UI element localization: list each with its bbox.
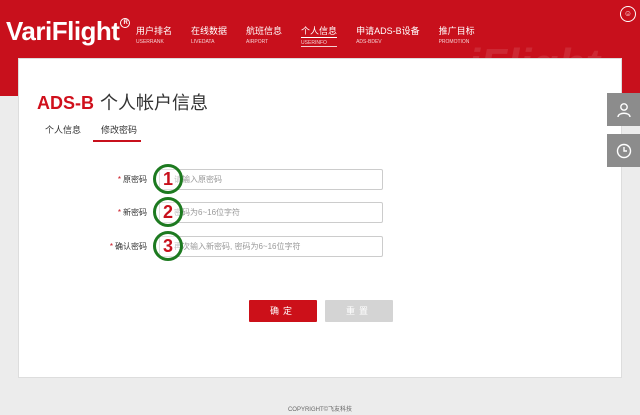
new-password-input[interactable]: 密码为6~16位字符 xyxy=(159,202,383,223)
required-mark: * xyxy=(109,242,113,251)
confirm-password-row: * 确认密码 再次输入新密码, 密码为6~16位字符 3 xyxy=(99,231,383,261)
clock-icon xyxy=(616,143,631,158)
account-icon[interactable]: ☺ xyxy=(620,6,636,22)
account-card: ADS-B 个人帐户信息 个人信息 修改密码 * 原密码 请输入原密码 1 * 新密码… xyxy=(18,58,622,378)
nav-label: 个人信息 xyxy=(301,26,338,38)
confirm-password-label: * 确认密码 xyxy=(99,241,159,252)
nav-label: 推广目标 xyxy=(438,26,475,36)
nav-item-livedata[interactable]: 在线数据 LIVEDATA xyxy=(191,24,227,47)
tab-personal-info[interactable]: 个人信息 xyxy=(45,123,81,142)
annotation-marker-2: 2 xyxy=(153,197,183,227)
nav-item-adsb-device[interactable]: 申请ADS-B设备 ADS-BDEV xyxy=(356,24,420,47)
registered-mark: R xyxy=(120,18,131,28)
history-side-button[interactable] xyxy=(607,134,640,167)
confirm-button[interactable]: 确定 xyxy=(249,300,317,322)
nav-sublabel: LIVEDATA xyxy=(191,39,215,45)
title-text: 个人帐户信息 xyxy=(100,93,208,113)
user-icon xyxy=(616,102,631,117)
nav-item-userrank[interactable]: 用户排名 USERRANK xyxy=(136,24,172,47)
nav-item-userinfo[interactable]: 个人信息 USERINFO xyxy=(301,24,338,47)
nav-sublabel: AIRPORT xyxy=(246,39,269,45)
required-mark: * xyxy=(117,175,121,184)
logo-text: VariFlight xyxy=(6,16,120,46)
footer-copyright: COPYRIGHT©飞友科技 xyxy=(287,407,353,413)
nav-sublabel: ADS-BDEV xyxy=(356,39,382,45)
required-mark: * xyxy=(117,208,121,217)
page-title: ADS-B 个人帐户信息 xyxy=(37,89,208,115)
tab-bar: 个人信息 修改密码 xyxy=(45,123,161,142)
reset-button[interactable]: 重置 xyxy=(325,300,393,322)
nav-label: 在线数据 xyxy=(191,26,228,36)
old-password-row: * 原密码 请输入原密码 1 xyxy=(99,164,383,194)
annotation-marker-1: 1 xyxy=(153,164,183,194)
nav-item-airport[interactable]: 航班信息 AIRPORT xyxy=(246,24,282,47)
new-password-row: * 新密码 密码为6~16位字符 2 xyxy=(99,197,383,227)
old-password-label: * 原密码 xyxy=(99,174,159,185)
old-password-input[interactable]: 请输入原密码 xyxy=(159,169,383,190)
field-label: 原密码 xyxy=(123,175,147,184)
title-brand: ADS-B xyxy=(37,93,94,113)
nav-label: 申请ADS-B设备 xyxy=(356,26,420,36)
annotation-marker-3: 3 xyxy=(153,231,183,261)
nav-sublabel: USERINFO xyxy=(301,40,338,47)
main-nav: 用户排名 USERRANK 在线数据 LIVEDATA 航班信息 AIRPORT… xyxy=(136,24,494,47)
user-side-button[interactable] xyxy=(607,93,640,126)
field-label: 新密码 xyxy=(123,208,147,217)
nav-label: 用户排名 xyxy=(136,26,173,36)
nav-item-promotion[interactable]: 推广目标 PROMOTION xyxy=(439,24,475,47)
tab-change-password[interactable]: 修改密码 xyxy=(93,123,142,142)
field-label: 确认密码 xyxy=(115,242,147,251)
nav-sublabel: USERRANK xyxy=(136,39,164,45)
nav-sublabel: PROMOTION xyxy=(438,39,470,45)
nav-label: 航班信息 xyxy=(246,26,283,36)
variflight-logo[interactable]: VariFlight R xyxy=(6,16,131,47)
new-password-label: * 新密码 xyxy=(99,207,159,218)
confirm-password-input[interactable]: 再次输入新密码, 密码为6~16位字符 xyxy=(159,236,383,257)
